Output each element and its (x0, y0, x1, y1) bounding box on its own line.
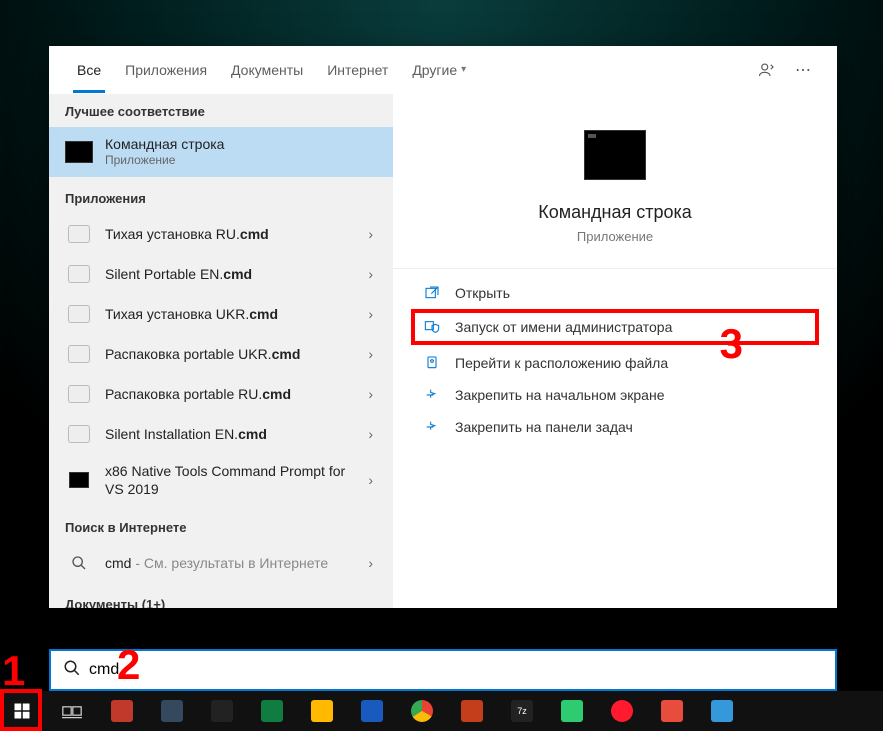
taskbar: 7z (0, 691, 883, 731)
file-icon (65, 222, 93, 246)
preview-subtitle: Приложение (577, 229, 653, 244)
chevron-right-icon[interactable]: › (364, 386, 377, 402)
search-icon (65, 551, 93, 575)
app-result-item[interactable]: x86 Native Tools Command Prompt for VS 2… (49, 454, 393, 506)
app-result-item[interactable]: Тихая установка UKR.cmd › (49, 294, 393, 334)
section-apps: Приложения (49, 177, 393, 214)
cmd-icon (65, 140, 93, 164)
taskbar-app-explorer[interactable] (304, 695, 340, 727)
file-icon (65, 382, 93, 406)
folder-location-icon (421, 355, 443, 371)
file-icon (65, 302, 93, 326)
tab-internet[interactable]: Интернет (315, 46, 400, 93)
open-icon (421, 285, 443, 301)
search-bar[interactable] (49, 649, 837, 691)
taskbar-app[interactable] (104, 695, 140, 727)
preview-title: Командная строка (538, 202, 692, 223)
best-match-item[interactable]: Командная строка Приложение (49, 127, 393, 177)
taskbar-app-excel[interactable] (254, 695, 290, 727)
file-icon (65, 262, 93, 286)
chevron-right-icon[interactable]: › (364, 306, 377, 322)
file-icon (65, 422, 93, 446)
app-result-item[interactable]: Silent Installation EN.cmd › (49, 414, 393, 454)
pin-taskbar-icon (421, 419, 443, 435)
top-tabs: Все Приложения Документы Интернет Другие… (49, 46, 837, 94)
start-button[interactable] (4, 695, 40, 727)
taskbar-app[interactable] (554, 695, 590, 727)
preview-thumbnail (584, 130, 646, 180)
more-icon[interactable]: ⋯ (785, 52, 821, 88)
section-web: Поиск в Интернете (49, 506, 393, 543)
action-open[interactable]: Открыть (393, 277, 837, 309)
chevron-right-icon[interactable]: › (364, 472, 377, 488)
task-view-button[interactable] (54, 695, 90, 727)
taskbar-app[interactable] (704, 695, 740, 727)
search-results-panel: Все Приложения Документы Интернет Другие… (49, 46, 837, 608)
admin-shield-icon (421, 319, 443, 335)
app-result-item[interactable]: Распаковка portable UKR.cmd › (49, 334, 393, 374)
best-match-title: Командная строка (105, 135, 377, 153)
chevron-right-icon[interactable]: › (364, 266, 377, 282)
annotation-number-1: 1 (2, 647, 25, 695)
taskbar-app-7zip[interactable]: 7z (504, 695, 540, 727)
search-icon (63, 659, 81, 682)
annotation-box-3: Запуск от имени администратора (411, 309, 819, 345)
chevron-down-icon: ▾ (461, 64, 466, 75)
chevron-right-icon[interactable]: › (364, 555, 377, 571)
taskbar-app[interactable] (204, 695, 240, 727)
app-result-item[interactable]: Silent Portable EN.cmd › (49, 254, 393, 294)
web-search-item[interactable]: cmd - См. результаты в Интернете › (49, 543, 393, 583)
tab-all[interactable]: Все (65, 46, 113, 93)
chevron-right-icon[interactable]: › (364, 426, 377, 442)
action-open-file-location[interactable]: Перейти к расположению файла (393, 347, 837, 379)
taskbar-app[interactable] (154, 695, 190, 727)
taskbar-app-opera[interactable] (604, 695, 640, 727)
app-result-item[interactable]: Распаковка portable RU.cmd › (49, 374, 393, 414)
results-list: Лучшее соответствие Командная строка При… (49, 94, 393, 608)
tab-apps[interactable]: Приложения (113, 46, 219, 93)
taskbar-app-word[interactable] (354, 695, 390, 727)
taskbar-app[interactable] (654, 695, 690, 727)
section-documents[interactable]: Документы (1+) (49, 583, 393, 608)
tab-documents[interactable]: Документы (219, 46, 315, 93)
action-pin-taskbar[interactable]: Закрепить на панели задач (393, 411, 837, 443)
tab-other[interactable]: Другие▾ (400, 46, 478, 93)
action-run-as-admin[interactable]: Запуск от имени администратора (415, 313, 815, 341)
best-match-subtitle: Приложение (105, 153, 377, 169)
search-input[interactable] (89, 661, 823, 679)
file-icon (65, 342, 93, 366)
feedback-icon[interactable] (749, 52, 785, 88)
preview-pane: Командная строка Приложение Открыть Запу… (393, 94, 837, 608)
chevron-right-icon[interactable]: › (364, 226, 377, 242)
action-pin-start[interactable]: Закрепить на начальном экране (393, 379, 837, 411)
section-best-match: Лучшее соответствие (49, 94, 393, 127)
taskbar-app-chrome[interactable] (404, 695, 440, 727)
taskbar-app-powerpoint[interactable] (454, 695, 490, 727)
cmd-icon (65, 468, 93, 492)
app-result-item[interactable]: Тихая установка RU.cmd › (49, 214, 393, 254)
pin-start-icon (421, 387, 443, 403)
chevron-right-icon[interactable]: › (364, 346, 377, 362)
